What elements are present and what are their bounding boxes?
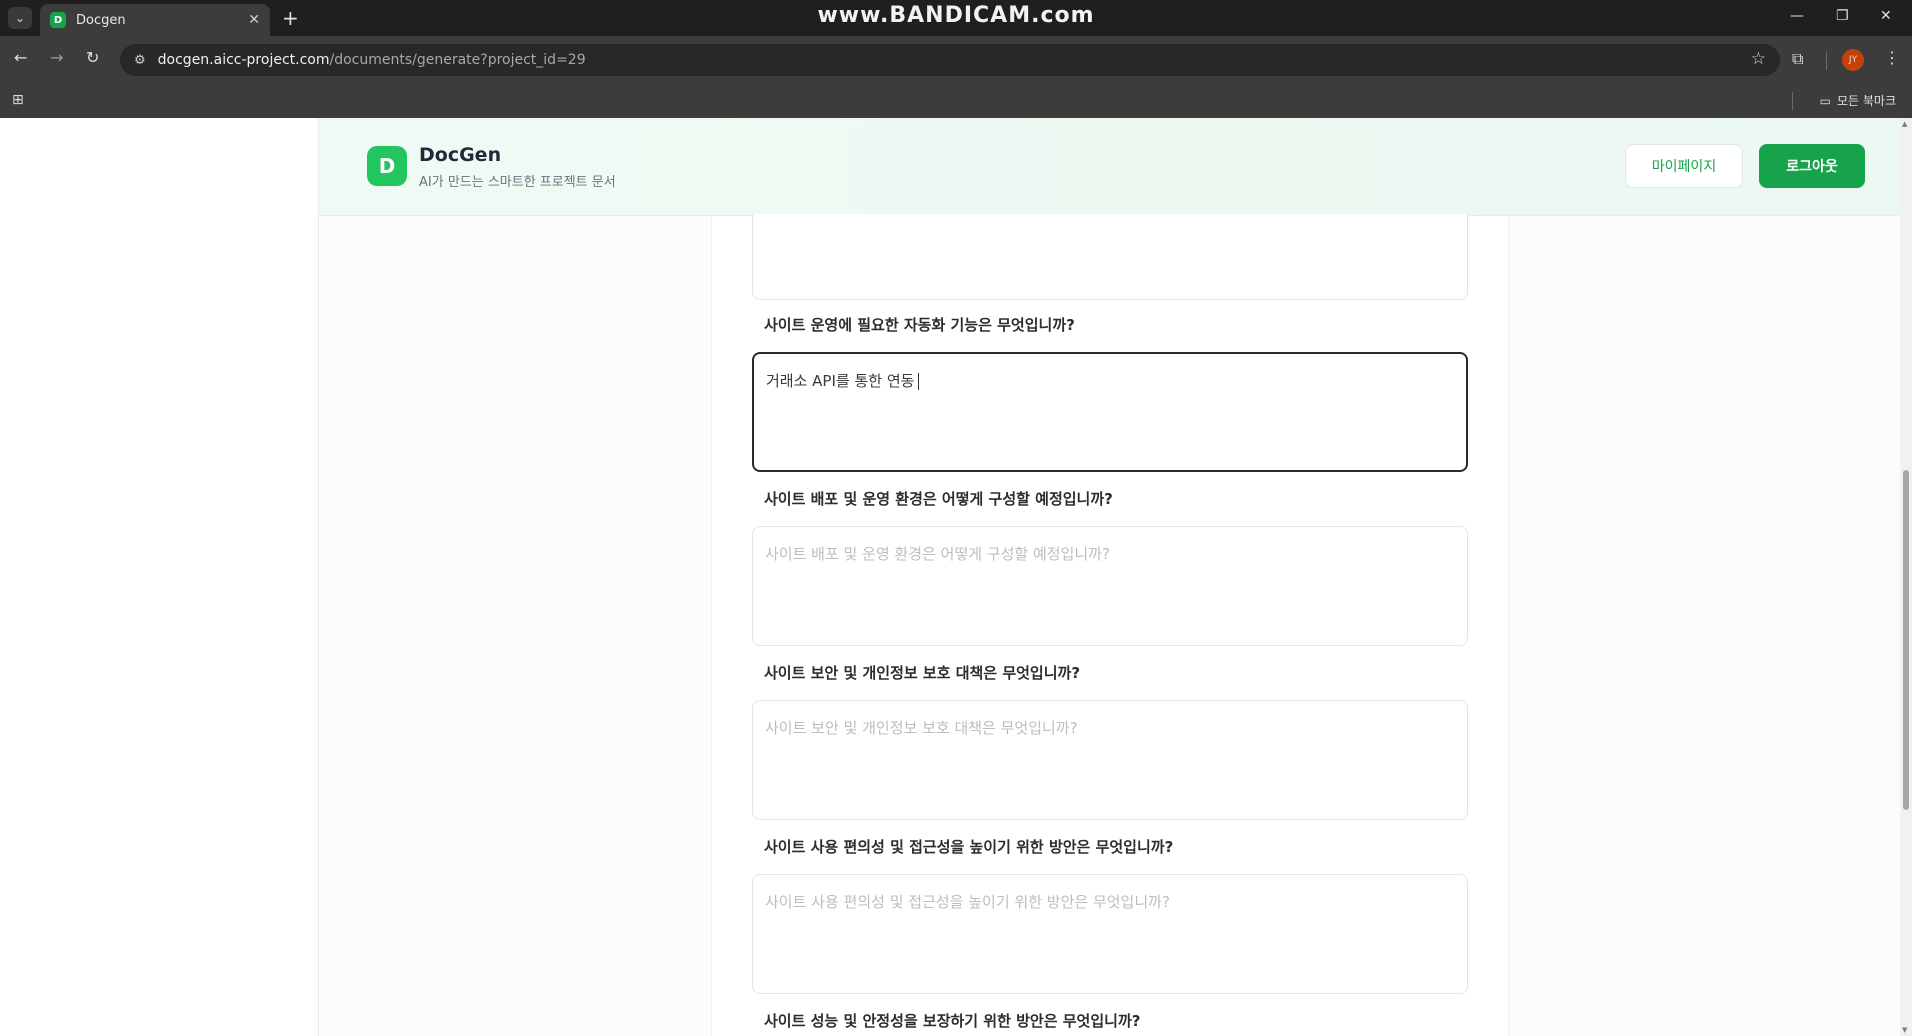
question-label: 사이트 성능 및 안정성을 보장하기 위한 방안은 무엇입니까? <box>764 1012 1141 1030</box>
docgen-logo[interactable]: D <box>367 146 407 186</box>
url-host: docgen.aicc-project.com <box>157 52 330 68</box>
toolbar-divider <box>1826 52 1827 70</box>
bookmarks-divider <box>1792 92 1793 110</box>
bandicam-watermark: www.BANDICAM.com <box>817 3 1095 28</box>
brand-name: DocGen <box>419 144 502 166</box>
automation-answer-textarea[interactable]: 거래소 API를 통한 연동 <box>752 352 1468 472</box>
scroll-down-icon[interactable]: ▼ <box>1902 1026 1907 1034</box>
docgen-app: D DocGen AI가 만드는 스마트한 프로젝트 문서 마이페이지 로그아웃… <box>318 118 1900 1036</box>
question-label: 사이트 보안 및 개인정보 보호 대책은 무엇입니까? <box>764 664 1081 682</box>
question-label: 사이트 운영에 필요한 자동화 기능은 무엇입니까? <box>764 316 1075 334</box>
extensions-icon[interactable]: ⧉ <box>1792 49 1803 69</box>
scroll-up-icon[interactable]: ▲ <box>1902 120 1907 128</box>
browser-titlebar: ⌄ D Docgen ✕ + www.BANDICAM.com — ❐ ✕ <box>0 0 1912 36</box>
forward-arrow-icon[interactable]: → <box>50 48 63 67</box>
question-label: 사이트 사용 편의성 및 접근성을 높이기 위한 방안은 무엇입니까? <box>764 838 1174 856</box>
profile-avatar[interactable]: JY <box>1842 49 1864 71</box>
scrollbar-thumb[interactable] <box>1903 470 1909 810</box>
previous-answer-textarea[interactable] <box>752 214 1468 300</box>
site-info-icon[interactable]: ⚙ <box>134 53 146 68</box>
window-close-icon[interactable]: ✕ <box>1880 8 1892 24</box>
restore-icon[interactable]: ❐ <box>1836 8 1849 24</box>
question-form-card: 사이트 운영에 필요한 자동화 기능은 무엇입니까? 거래소 API를 통한 연… <box>711 214 1509 1036</box>
usability-answer-textarea[interactable]: 사이트 사용 편의성 및 접근성을 높이기 위한 방안은 무엇입니까? <box>752 874 1468 994</box>
browser-menu-icon[interactable]: ⋮ <box>1884 48 1900 67</box>
url-path: /documents/generate?project_id=29 <box>329 52 586 68</box>
brand-subtitle: AI가 만드는 스마트한 프로젝트 문서 <box>419 175 616 190</box>
all-bookmarks-folder[interactable]: ▭ 모든 북마크 <box>1820 92 1896 109</box>
all-bookmarks-label: 모든 북마크 <box>1836 94 1896 108</box>
deployment-answer-textarea[interactable]: 사이트 배포 및 운영 환경은 어떻게 구성할 예정입니까? <box>752 526 1468 646</box>
question-label: 사이트 배포 및 운영 환경은 어떻게 구성할 예정입니까? <box>764 490 1113 508</box>
back-arrow-icon[interactable]: ← <box>14 48 27 67</box>
text-cursor <box>918 373 920 390</box>
bookmark-star-icon[interactable]: ☆ <box>1751 49 1766 69</box>
minimize-icon[interactable]: — <box>1790 8 1804 24</box>
bookmarks-bar: ⊞ ▭ 모든 북마크 <box>0 84 1912 118</box>
app-header: D DocGen AI가 만드는 스마트한 프로젝트 문서 마이페이지 로그아웃 <box>319 118 1900 216</box>
logout-button[interactable]: 로그아웃 <box>1759 144 1865 188</box>
address-bar[interactable]: ⚙ docgen.aicc-project.com/documents/gene… <box>120 44 1780 76</box>
browser-toolbar: ← → ↻ ⚙ docgen.aicc-project.com/document… <box>0 36 1912 84</box>
page-scrollbar[interactable]: ▲ ▼ <box>1900 118 1912 1036</box>
answer-text: 거래소 API를 통한 연동 <box>766 372 915 390</box>
answer-placeholder: 사이트 배포 및 운영 환경은 어떻게 구성할 예정입니까? <box>765 545 1110 563</box>
apps-grid-icon[interactable]: ⊞ <box>12 92 24 108</box>
folder-icon: ▭ <box>1819 93 1831 108</box>
page-viewport: D DocGen AI가 만드는 스마트한 프로젝트 문서 마이페이지 로그아웃… <box>0 118 1900 1036</box>
reload-icon[interactable]: ↻ <box>86 48 99 67</box>
answer-placeholder: 사이트 사용 편의성 및 접근성을 높이기 위한 방안은 무엇입니까? <box>765 893 1170 911</box>
security-answer-textarea[interactable]: 사이트 보안 및 개인정보 보호 대책은 무엇입니까? <box>752 700 1468 820</box>
answer-placeholder: 사이트 보안 및 개인정보 보호 대책은 무엇입니까? <box>765 719 1078 737</box>
mypage-button[interactable]: 마이페이지 <box>1625 144 1743 188</box>
